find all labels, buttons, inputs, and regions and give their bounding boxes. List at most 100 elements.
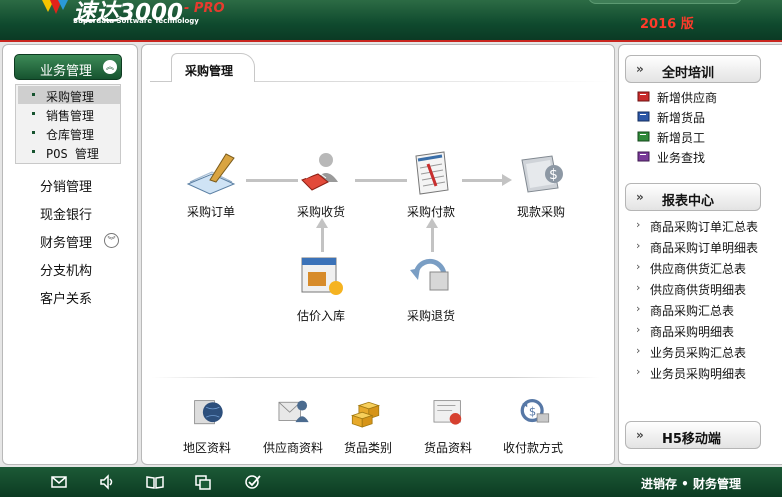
- submenu-label: 采购管理: [46, 90, 95, 104]
- submenu-item-pos[interactable]: POS 管理: [18, 143, 120, 161]
- report-item-label: 业务员采购明细表: [650, 367, 747, 381]
- flow-node-label: 采购退货: [406, 309, 455, 323]
- shortcut-label: 货品资料: [423, 441, 472, 455]
- double-chevron-icon: »: [636, 62, 644, 76]
- flow-node-purchase-order[interactable]: 采购订单: [176, 150, 246, 220]
- chevron-right-icon: ›: [636, 260, 641, 273]
- section-divider: [152, 377, 600, 378]
- flow-node-label: 采购收货: [296, 205, 345, 219]
- footer-product-text: 进销存 • 财务管理: [641, 477, 742, 491]
- training-item-label: 新增员工: [657, 131, 706, 145]
- business-management-button[interactable]: 业务管理 ︽: [14, 54, 122, 80]
- check-icon[interactable]: [244, 474, 262, 490]
- shortcut-label: 供应商资料: [262, 441, 323, 455]
- shortcut-label: 货品类别: [343, 441, 392, 455]
- shortcut-region-data[interactable]: 地区资料: [172, 394, 242, 456]
- cash-register-icon: $: [521, 155, 563, 193]
- tab-label: 采购管理: [185, 64, 234, 78]
- flow-node-label: 采购订单: [186, 205, 235, 219]
- goods-card-icon: [433, 400, 462, 425]
- collapse-chevron-icon[interactable]: ︽: [103, 60, 117, 74]
- double-chevron-icon: »: [636, 190, 644, 204]
- book-icon: [637, 111, 650, 122]
- nav-item-branches[interactable]: 分支机构: [40, 260, 92, 279]
- expand-chevron-icon[interactable]: ︾: [104, 233, 119, 248]
- shortcut-label: 地区资料: [182, 441, 231, 455]
- flow-node-payment[interactable]: 采购付款: [396, 150, 466, 220]
- book-icon[interactable]: [146, 474, 164, 490]
- txt-document-icon: [415, 151, 449, 195]
- nav-item-cash-bank[interactable]: 现金银行: [40, 204, 92, 223]
- training-item-label: 新增供应商: [657, 91, 718, 105]
- flow-node-estimate-stock[interactable]: 估价入库: [286, 254, 356, 324]
- nav-item-finance[interactable]: 财务管理 ︾: [40, 232, 119, 251]
- flow-connector: [462, 179, 504, 182]
- book-icon: [637, 91, 650, 102]
- bullet-icon: [32, 131, 35, 134]
- nav-item-crm[interactable]: 客户关系: [40, 288, 92, 307]
- flow-node-label: 现款采购: [516, 205, 565, 219]
- globe-icon: [194, 400, 223, 425]
- book-icon: [637, 151, 650, 162]
- submenu-item-sales[interactable]: 销售管理: [18, 105, 120, 123]
- svg-text:$: $: [549, 167, 558, 183]
- shortcut-goods-data[interactable]: 货品资料: [413, 394, 483, 456]
- flow-node-label: 估价入库: [296, 309, 345, 323]
- double-chevron-icon: »: [636, 428, 644, 442]
- book-icon: [637, 131, 650, 142]
- business-submenu: 采购管理 销售管理 仓库管理 POS 管理: [15, 84, 121, 164]
- speaker-icon[interactable]: [98, 474, 116, 490]
- training-header-label: 全时培训: [662, 66, 715, 81]
- shortcut-label: 收付款方式: [502, 441, 563, 455]
- submenu-item-purchase[interactable]: 采购管理: [18, 86, 120, 104]
- flow-node-receive[interactable]: 采购收货: [286, 150, 356, 220]
- submenu-label: 销售管理: [46, 109, 95, 123]
- training-header[interactable]: » 全时培训: [625, 55, 761, 83]
- nav-item-distribution[interactable]: 分销管理: [40, 176, 92, 195]
- payment-method-icon: $: [520, 398, 550, 423]
- training-item-label: 业务查找: [657, 151, 706, 165]
- h5-mobile-header[interactable]: » H5移动端: [625, 421, 761, 449]
- app-subtitle: Superdata Software Technology: [73, 17, 199, 25]
- mail-icon[interactable]: [50, 474, 68, 490]
- stock-window-icon: [301, 257, 343, 295]
- training-item-label: 新增货品: [657, 111, 706, 125]
- flow-node-cash-purchase[interactable]: $ 现款采购: [506, 150, 576, 220]
- tab-purchase-management[interactable]: 采购管理: [171, 53, 255, 82]
- submenu-item-warehouse[interactable]: 仓库管理: [18, 124, 120, 142]
- report-item-label: 商品采购明细表: [650, 325, 735, 339]
- flow-connector: [431, 224, 434, 252]
- header-tab: [588, 0, 742, 4]
- chevron-right-icon: ›: [636, 281, 641, 294]
- report-center-header[interactable]: » 报表中心: [625, 183, 761, 211]
- report-item-label: 商品采购汇总表: [650, 304, 735, 318]
- receive-goods-icon: [301, 153, 338, 191]
- flow-node-purchase-return[interactable]: 采购退货: [396, 254, 466, 324]
- h5-mobile-label: H5移动端: [662, 432, 721, 447]
- svg-text:$: $: [529, 404, 536, 418]
- chevron-right-icon: ›: [636, 323, 641, 336]
- boxes-icon: [350, 401, 381, 428]
- return-goods-icon: [410, 258, 449, 291]
- report-center-label: 报表中心: [662, 194, 715, 209]
- nav-item-finance-label: 财务管理: [40, 236, 93, 251]
- chevron-right-icon: ›: [636, 218, 641, 231]
- report-item-label: 供应商供货明细表: [650, 283, 747, 297]
- bullet-icon: [32, 93, 35, 96]
- chevron-right-icon: ›: [636, 365, 641, 378]
- supplier-icon: [278, 400, 309, 423]
- notebook-pen-icon: [186, 153, 236, 195]
- flow-node-label: 采购付款: [406, 205, 455, 219]
- submenu-label: 仓库管理: [46, 128, 95, 142]
- report-item-label: 商品采购订单明细表: [650, 241, 759, 255]
- flow-connector: [321, 224, 324, 252]
- shortcut-payment-method[interactable]: $ 收付款方式: [498, 394, 568, 456]
- shortcut-supplier-data[interactable]: 供应商资料: [258, 394, 328, 456]
- bullet-icon: [32, 112, 35, 115]
- windows-icon[interactable]: [194, 474, 212, 490]
- report-item-label: 供应商供货汇总表: [650, 262, 747, 276]
- submenu-label: POS 管理: [46, 147, 99, 161]
- report-item-label: 业务员采购汇总表: [650, 346, 747, 360]
- shortcut-goods-category[interactable]: 货品类别: [333, 394, 403, 456]
- logo-icon: [42, 0, 68, 14]
